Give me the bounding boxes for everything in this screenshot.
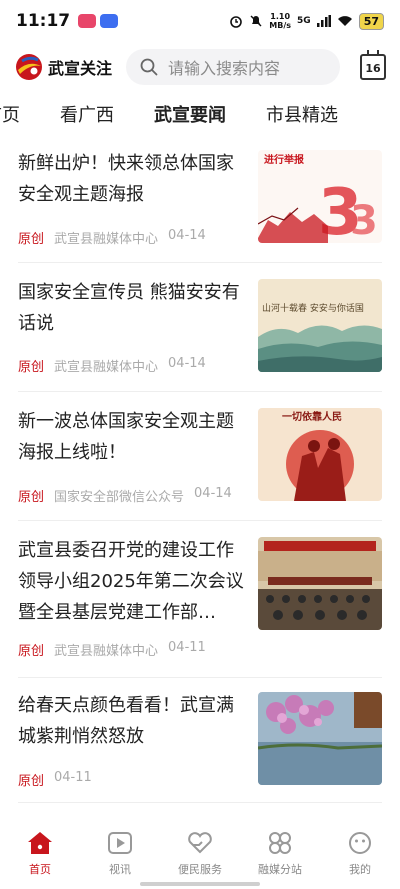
battery-indicator: 57 bbox=[358, 12, 384, 30]
search-placeholder: 请输入搜索内容 bbox=[168, 59, 281, 78]
news-thumbnail: 一切依靠人民 bbox=[258, 408, 382, 501]
wifi-icon bbox=[337, 16, 352, 26]
news-item[interactable]: 新鲜出炉！快来领总体国家安全观主题海报 原创 武宣县融媒体中心 04-14 进行… bbox=[0, 140, 400, 262]
status-time: 11:17 bbox=[16, 11, 71, 31]
tab-wuxuan-news[interactable]: 武宣要闻 bbox=[154, 101, 226, 127]
search-icon bbox=[140, 58, 158, 76]
search-input[interactable]: 请输入搜索内容 bbox=[126, 49, 341, 85]
news-title: 武宣县委召开党的建设工作领导小组2025年第二次会议暨全县基层党建工作部… bbox=[18, 540, 244, 623]
app-header: 武宣关注 请输入搜索内容 16 bbox=[0, 46, 400, 88]
news-date: 04-11 bbox=[168, 640, 206, 655]
news-meta: 原创 武宣县融媒体中心 04-11 bbox=[18, 640, 206, 659]
news-item[interactable]: 武宣县委召开党的建设工作领导小组2025年第二次会议暨全县基层党建工作部… 原创… bbox=[0, 521, 400, 677]
news-thumbnail bbox=[258, 692, 382, 785]
news-tag: 原创 bbox=[18, 360, 45, 375]
news-thumbnail: 进行举报 3 3 bbox=[258, 150, 382, 243]
news-date: 04-14 bbox=[168, 356, 206, 371]
nav-label: 融媒分站 bbox=[258, 863, 302, 876]
network-speed: 1.10 MB/s bbox=[269, 12, 291, 30]
status-bar: 11:17 1.10 MB/s 5G 57 bbox=[0, 0, 400, 42]
tab-guangxi[interactable]: 看广西 bbox=[60, 101, 114, 127]
nav-label: 首页 bbox=[29, 863, 51, 876]
bottom-nav: 首页 视讯 便民服务 融媒分站 我的 bbox=[0, 819, 400, 889]
news-title: 新一波总体国家安全观主题海报上线啦！ bbox=[18, 411, 234, 463]
nav-stations[interactable]: 融媒分站 bbox=[245, 831, 315, 877]
news-item[interactable]: 给春天点颜色看看！武宣满城紫荆悄然怒放 原创 04-11 bbox=[0, 678, 400, 802]
news-title: 新鲜出炉！快来领总体国家安全观主题海报 bbox=[18, 153, 234, 205]
smile-icon bbox=[349, 832, 371, 854]
svg-text:3: 3 bbox=[350, 198, 378, 243]
home-icon bbox=[28, 832, 52, 854]
news-tag: 原创 bbox=[18, 490, 45, 505]
news-meta: 原创 武宣县融媒体中心 04-14 bbox=[18, 356, 206, 375]
news-item[interactable]: 新一波总体国家安全观主题海报上线啦！ 原创 国家安全部微信公众号 04-14 一… bbox=[0, 392, 400, 520]
calendar-button[interactable]: 16 bbox=[360, 50, 386, 80]
home-indicator[interactable] bbox=[140, 882, 260, 886]
grid-icon bbox=[269, 832, 291, 854]
notification-app-icon bbox=[78, 14, 97, 28]
video-icon bbox=[108, 832, 132, 854]
nav-home[interactable]: 首页 bbox=[5, 831, 75, 877]
news-date: 04-14 bbox=[194, 486, 232, 501]
signal-type: 5G bbox=[297, 16, 311, 26]
news-date: 04-11 bbox=[54, 770, 92, 785]
tab-county-picks[interactable]: 市县精选 bbox=[266, 101, 338, 127]
calendar-day: 16 bbox=[365, 62, 381, 75]
thumbnail-caption: 进行举报 bbox=[264, 153, 304, 166]
thumbnail-caption: 一切依靠人民 bbox=[282, 410, 342, 423]
status-app-icons bbox=[78, 14, 119, 28]
news-title: 给春天点颜色看看！武宣满城紫荆悄然怒放 bbox=[18, 695, 234, 747]
heart-hand-icon bbox=[188, 832, 212, 854]
nav-services[interactable]: 便民服务 bbox=[165, 831, 235, 877]
thumbnail-caption: 山河十载春 安安与你话国 bbox=[262, 302, 364, 314]
divider bbox=[18, 802, 382, 803]
vivo-app-icon bbox=[100, 14, 119, 28]
news-source: 武宣县融媒体中心 bbox=[54, 644, 159, 659]
news-meta: 原创 武宣县融媒体中心 04-14 bbox=[18, 228, 206, 247]
news-meta: 原创 04-11 bbox=[18, 770, 92, 789]
news-item[interactable]: 国家安全宣传员 熊猫安安有话说 原创 武宣县融媒体中心 04-14 山河十载春 … bbox=[0, 263, 400, 391]
news-source: 武宣县融媒体中心 bbox=[54, 232, 159, 247]
app-logo[interactable]: 武宣关注 bbox=[14, 52, 112, 82]
news-tag: 原创 bbox=[18, 232, 45, 247]
signal-icon bbox=[316, 15, 331, 27]
nav-profile[interactable]: 我的 bbox=[325, 831, 395, 877]
logo-mark-icon bbox=[14, 52, 44, 82]
news-tag: 原创 bbox=[18, 774, 45, 789]
news-source: 武宣县融媒体中心 bbox=[54, 360, 159, 375]
news-thumbnail: 山河十载春 安安与你话国 bbox=[258, 279, 382, 372]
news-meta: 原创 国家安全部微信公众号 04-14 bbox=[18, 486, 232, 505]
nav-video[interactable]: 视讯 bbox=[85, 831, 155, 877]
mute-icon bbox=[250, 15, 262, 27]
news-thumbnail bbox=[258, 537, 382, 630]
nav-label: 视讯 bbox=[109, 863, 131, 876]
logo-text: 武宣关注 bbox=[48, 59, 113, 78]
status-indicators: 1.10 MB/s 5G 57 bbox=[229, 12, 384, 30]
nav-label: 便民服务 bbox=[178, 863, 222, 876]
tab-home[interactable]: 首页 bbox=[0, 101, 20, 127]
network-speed-unit: MB/s bbox=[269, 21, 292, 30]
news-date: 04-14 bbox=[168, 228, 206, 243]
alarm-icon bbox=[230, 16, 243, 28]
news-source: 国家安全部微信公众号 bbox=[54, 490, 185, 505]
channel-tabs: 首页 看广西 武宣要闻 市县精选 bbox=[0, 96, 400, 132]
network-speed-value: 1.10 bbox=[270, 12, 291, 21]
news-title: 国家安全宣传员 熊猫安安有话说 bbox=[18, 282, 240, 334]
news-tag: 原创 bbox=[18, 644, 45, 659]
nav-label: 我的 bbox=[349, 863, 371, 876]
